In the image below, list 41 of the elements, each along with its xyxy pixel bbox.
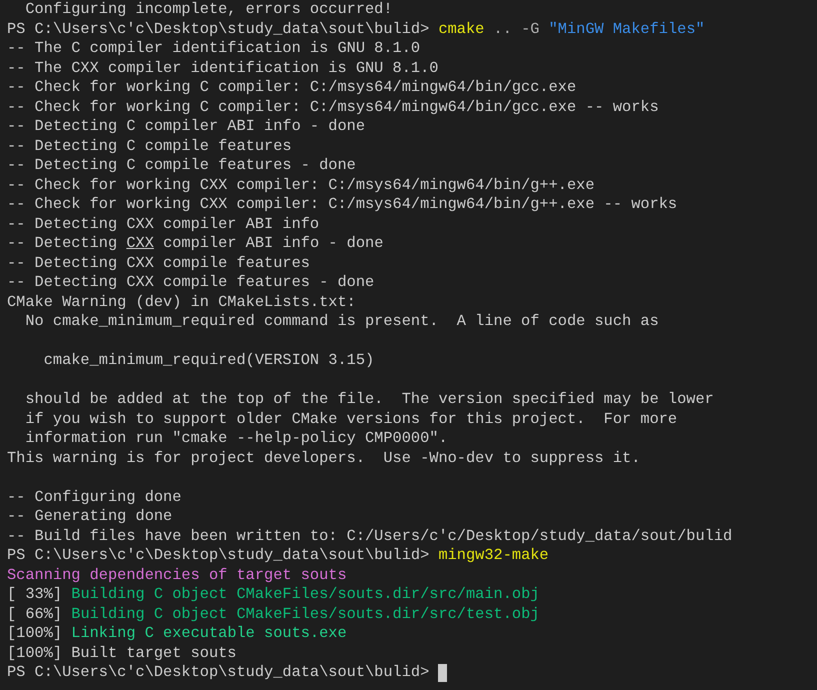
terminal-text: .. -G (492, 20, 540, 39)
terminal-text: -- Build files have been written to: C:/Users/c'c/Desktop/study_data/sout/bulid (7, 526, 732, 546)
command-text: mingw32-make (438, 546, 549, 566)
terminal-text: [100%] Built target souts (7, 644, 236, 663)
terminal-text: if you wish to support older CMake versions for this project. For more (24, 410, 678, 429)
terminal-text: [ 66%] (7, 604, 64, 624)
terminal-text: PS C:\Users\c'c\Desktop\study_data\sout\bulid> (7, 546, 430, 566)
terminal-text: -- Configuring done (7, 488, 182, 507)
terminal-text: CMake Warning (dev) in CMakeLists.txt: (7, 292, 356, 312)
terminal-text: should be added at the top of the file. The version specified may be lower (24, 390, 714, 410)
terminal-text: "MinGW Makefiles" (548, 20, 705, 39)
terminal-text: information run "cmake --help-policy CMP0000". (24, 429, 448, 448)
terminal-text: -- Check for working CXX compiler: C:/msys64/mingw64/bin/g++.exe -- works (7, 195, 678, 214)
terminal-text: PS C:\Users\c'c\Desktop\study_data\sout\bulid> (7, 20, 430, 39)
terminal-text: PS C:\Users\c'c\Desktop\study_data\sout\bulid> (7, 663, 430, 682)
terminal-text: -- Detecting CXX compile features (7, 254, 310, 273)
terminal-text: Scanning dependencies of target souts (7, 566, 347, 585)
terminal-text: CXX (126, 234, 154, 254)
terminal-text: -- Detecting C compiler ABI info - done (7, 117, 366, 136)
terminal-text: -- Detecting CXX compiler ABI info (7, 214, 320, 234)
terminal-text: -- Detecting (7, 234, 118, 254)
terminal-text: cmake_minimum_required(VERSION 3.15) (42, 351, 374, 370)
terminal-text: -- The C compiler identification is GNU 8.1.0 (7, 39, 420, 58)
terminal-text: [ 33%] (7, 585, 64, 604)
terminal-text: -- Generating done (7, 507, 172, 526)
terminal-text: -- Check for working C compiler: C:/msys64/mingw64/bin/gcc.exe (7, 78, 576, 98)
terminal-text: -- Detecting C compile features - done (7, 156, 356, 176)
terminal-text: Linking C executable souts.exe (71, 624, 347, 644)
terminal-text: No cmake_minimum_required command is present. A line of code such as (24, 312, 659, 332)
terminal-text: -- Check for working C compiler: C:/msys64/mingw64/bin/gcc.exe -- works (7, 98, 659, 117)
terminal-text: Building C object CMakeFiles/souts.dir/src/test.obj (71, 604, 540, 624)
terminal-text: Configuring incomplete, errors occurred! (24, 0, 393, 20)
terminal-text: -- Check for working CXX compiler: C:/msys64/mingw64/bin/g++.exe (7, 176, 594, 195)
command-text: cmake (438, 20, 484, 39)
terminal-text: -- Detecting C compile features (7, 136, 292, 156)
terminal-text: Building C object CMakeFiles/souts.dir/src/main.obj (71, 585, 540, 604)
terminal-text: [100%] (7, 624, 64, 644)
terminal-text: -- Detecting CXX compile features - done (7, 273, 374, 292)
terminal-text: -- The CXX compiler identification is GNU 8.1.0 (7, 58, 438, 78)
terminal-text: compiler ABI info - done (162, 234, 384, 254)
terminal-text: This warning is for project developers. Use -Wno-dev to suppress it. (7, 448, 640, 468)
